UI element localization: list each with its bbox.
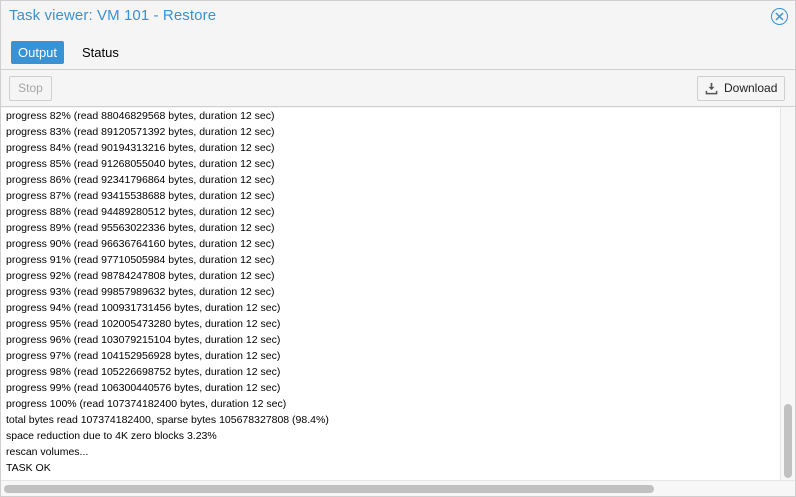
tab-bar: Output Status [1,34,795,70]
title-bar: Task viewer: VM 101 - Restore [1,1,795,34]
log-output[interactable]: progress 82% (read 88046829568 bytes, du… [1,108,780,480]
log-line: progress 89% (read 95563022336 bytes, du… [6,222,275,234]
log-line: progress 86% (read 92341796864 bytes, du… [6,174,275,186]
log-line: progress 97% (read 104152956928 bytes, d… [6,350,281,362]
log-line: progress 96% (read 103079215104 bytes, d… [6,334,281,346]
log-line: progress 91% (read 97710505984 bytes, du… [6,254,275,266]
vertical-scrollbar[interactable] [780,108,795,480]
log-line: progress 99% (read 106300440576 bytes, d… [6,382,281,394]
stop-button[interactable]: Stop [9,76,52,101]
log-line: progress 82% (read 88046829568 bytes, du… [6,110,275,122]
window-title: Task viewer: VM 101 - Restore [9,7,217,24]
tab-output[interactable]: Output [11,41,65,64]
log-line: progress 83% (read 89120571392 bytes, du… [6,126,275,138]
download-button-label: Download [724,81,778,95]
log-line: progress 85% (read 91268055040 bytes, du… [6,158,275,170]
download-icon [705,82,718,95]
log-line: space reduction due to 4K zero blocks 3.… [6,430,217,442]
log-line: progress 94% (read 100931731456 bytes, d… [6,302,281,314]
task-viewer-window: Task viewer: VM 101 - Restore Output Sta… [0,0,796,497]
log-line: progress 90% (read 96636764160 bytes, du… [6,238,275,250]
log-line: progress 87% (read 93415538688 bytes, du… [6,190,275,202]
toolbar: Stop Download [1,71,795,107]
log-line: progress 98% (read 105226698752 bytes, d… [6,366,281,378]
log-line: progress 93% (read 99857989632 bytes, du… [6,286,275,298]
log-line: progress 95% (read 102005473280 bytes, d… [6,318,281,330]
log-line: progress 100% (read 107374182400 bytes, … [6,398,287,410]
tab-status[interactable]: Status [75,41,126,64]
horizontal-scrollbar[interactable] [1,480,795,496]
log-line: progress 92% (read 98784247808 bytes, du… [6,270,275,282]
log-line: progress 88% (read 94489280512 bytes, du… [6,206,275,218]
horizontal-scroll-thumb[interactable] [4,485,654,493]
close-button[interactable] [771,8,788,25]
download-button[interactable]: Download [697,76,785,101]
close-icon [775,12,784,21]
log-line: rescan volumes... [6,446,89,458]
vertical-scroll-thumb[interactable] [784,404,792,478]
log-line: total bytes read 107374182400, sparse by… [6,414,329,426]
log-line: TASK OK [6,462,51,474]
log-line: progress 84% (read 90194313216 bytes, du… [6,142,275,154]
